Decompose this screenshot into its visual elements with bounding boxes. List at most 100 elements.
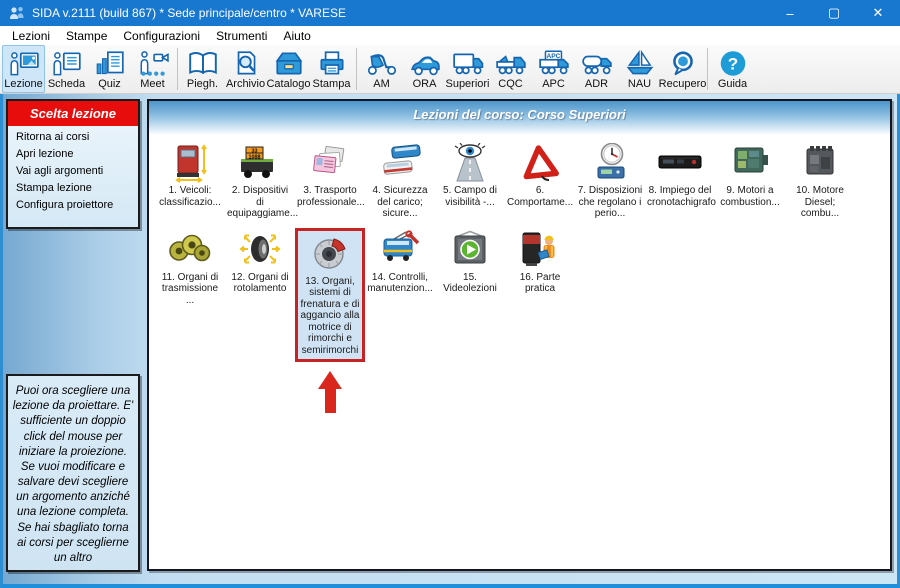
toolbar: LezioneSchedaQuizMeet Piegh. ArchivioCatal…	[0, 45, 900, 94]
toolbar-button-adr[interactable]: ADR	[575, 45, 618, 93]
lesson-label: 13. Organi, sistemi di frenatura e di ag…	[299, 276, 361, 357]
toolbar-button-ora[interactable]: ORA	[403, 45, 446, 93]
close-button[interactable]: ✕	[856, 0, 900, 26]
lesson-cell: 15. Videolezioni	[435, 228, 505, 297]
clock-tachograph-icon	[586, 143, 634, 183]
sidebar-item-configura-proiettore[interactable]: Configura proiettore	[8, 194, 138, 211]
sidebar: Scelta lezione Ritorna ai corsiApri lezi…	[3, 94, 143, 584]
toolbar-button-label: APC	[542, 78, 565, 91]
toolbar-button-guida[interactable]: ?Guida	[711, 45, 754, 93]
toolbar-button-label: Recupero	[659, 78, 707, 91]
lesson-tile-13[interactable]: 13. Organi, sistemi di frenatura e di ag…	[295, 228, 365, 363]
lesson-tile-2[interactable]: 3310882. Dispositivi di equipaggiame...	[226, 141, 294, 222]
toolbar-button-apc[interactable]: APCAPC	[532, 45, 575, 93]
toolbar-button-label: Catalogo	[266, 78, 310, 91]
lesson-label: 1. Veicoli: classificazio...	[157, 185, 223, 208]
toolbar-button-label: ADR	[585, 78, 608, 91]
lesson-tile-15[interactable]: 15. Videolezioni	[436, 228, 504, 297]
lesson-tile-3[interactable]: 3. Trasporto professionale...	[296, 141, 364, 210]
lesson-tile-1[interactable]: 1. Veicoli: classificazio...	[156, 141, 224, 210]
eye-road-icon	[446, 143, 494, 183]
toolbar-button-am[interactable]: AM	[360, 45, 403, 93]
lesson-label: 5. Campo di visibilità -...	[437, 185, 503, 208]
lesson-tile-16[interactable]: 16. Parte pratica	[506, 228, 574, 297]
menu-item-stampe[interactable]: Stampe	[58, 27, 115, 45]
menu-item-aiuto[interactable]: Aiuto	[275, 27, 318, 45]
lesson-choice-panel: Scelta lezione Ritorna ai corsiApri lezi…	[6, 99, 140, 229]
lesson-label: 14. Controlli, manutenzion...	[367, 272, 433, 295]
person-document-icon	[51, 50, 83, 78]
menu-item-strumenti[interactable]: Strumenti	[208, 27, 275, 45]
toolbar-button-quiz[interactable]: Quiz	[88, 45, 131, 93]
toolbar-button-recupero[interactable]: Recupero	[661, 45, 704, 93]
lesson-tile-8[interactable]: 8. Impiego del cronotachigrafo	[646, 141, 714, 210]
lesson-cell: 3310882. Dispositivi di equipaggiame...	[225, 141, 295, 222]
minimize-button[interactable]: –	[768, 0, 812, 26]
toolbar-button-nau[interactable]: NAU	[618, 45, 661, 93]
tachograph-icon	[656, 143, 704, 183]
title-bar: SIDA v.2111 (build 867) * Sede principal…	[0, 0, 900, 26]
truck-worker-icon	[516, 230, 564, 270]
sidebar-item-vai-agli-argomenti[interactable]: Vai agli argomenti	[8, 160, 138, 177]
lesson-cell: 13. Organi, sistemi di frenatura e di ag…	[295, 228, 365, 414]
lesson-tile-11[interactable]: 11. Organi di trasmissione ...	[156, 228, 224, 309]
lifebuoy-person-icon	[667, 50, 699, 78]
quiz-chart-icon	[94, 50, 126, 78]
video-meeting-icon	[137, 50, 169, 78]
toolbar-separator	[356, 48, 357, 90]
card-catalog-icon	[273, 50, 305, 78]
lesson-cell: 1. Veicoli: classificazio...	[155, 141, 225, 210]
toolbar-button-meet[interactable]: Meet	[131, 45, 174, 93]
toolbar-button-label: Piegh.	[187, 78, 218, 91]
menu-bar: LezioniStampeConfigurazioniStrumentiAiut…	[0, 26, 900, 45]
toolbar-button-archivio[interactable]: Archivio	[224, 45, 267, 93]
svg-text:1088: 1088	[249, 154, 261, 160]
lesson-tile-4[interactable]: 4. Sicurezza del carico; sicure...	[366, 141, 434, 222]
document-magnifier-icon	[230, 50, 262, 78]
lesson-tile-14[interactable]: 14. Controlli, manutenzion...	[366, 228, 434, 297]
sidebar-item-ritorna-ai-corsi[interactable]: Ritorna ai corsi	[8, 126, 138, 143]
toolbar-button-label: Stampa	[313, 78, 351, 91]
toolbar-button-label: Archivio	[226, 78, 265, 91]
toolbar-button-scheda[interactable]: Scheda	[45, 45, 88, 93]
license-documents-icon	[306, 143, 354, 183]
lesson-tile-7[interactable]: 7. Disposizioni che regolano i perio...	[576, 141, 644, 222]
lesson-label: 6. Comportame...	[507, 185, 573, 208]
toolbar-button-stampa[interactable]: Stampa	[310, 45, 353, 93]
app-logo-people-icon	[8, 5, 26, 21]
lesson-cell: 5. Campo di visibilità -...	[435, 141, 505, 210]
lesson-cell: 9. Motori a combustion...	[715, 141, 785, 210]
lesson-tile-9[interactable]: 9. Motori a combustion...	[716, 141, 784, 210]
lesson-tile-12[interactable]: 12. Organi di rotolamento	[226, 228, 294, 297]
maximize-button[interactable]: ▢	[812, 0, 856, 26]
scooter-icon	[366, 50, 398, 78]
lesson-cell: 14. Controlli, manutenzion...	[365, 228, 435, 297]
toolbar-button-label: Lezione	[4, 78, 43, 91]
lesson-tile-5[interactable]: 5. Campo di visibilità -...	[436, 141, 504, 210]
sidebar-item-apri-lezione[interactable]: Apri lezione	[8, 143, 138, 160]
instructions-panel: Puoi ora scegliere una lezione da proiet…	[6, 374, 140, 572]
lesson-label: 15. Videolezioni	[437, 272, 503, 295]
lessons-header-title: Lezioni del corso: Corso Superiori	[413, 107, 625, 122]
toolbar-button-label: ORA	[413, 78, 437, 91]
menu-item-configurazioni[interactable]: Configurazioni	[115, 27, 208, 45]
tanker-truck-icon	[581, 50, 613, 78]
toolbar-button-piegh[interactable]: Piegh.	[181, 45, 224, 93]
lesson-cell: 7. Disposizioni che regolano i perio...	[575, 141, 645, 222]
lesson-tile-10[interactable]: 10. Motore Diesel; combu...	[786, 141, 854, 222]
toolbar-button-lezione[interactable]: Lezione	[2, 45, 45, 93]
lesson-label: 8. Impiego del cronotachigrafo	[647, 185, 713, 208]
lesson-cell: 4. Sicurezza del carico; sicure...	[365, 141, 435, 222]
menu-item-lezioni[interactable]: Lezioni	[4, 27, 58, 45]
toolbar-button-superiori[interactable]: Superiori	[446, 45, 489, 93]
lesson-tile-6[interactable]: 6. Comportame...	[506, 141, 574, 210]
presenter-image-icon	[8, 50, 40, 78]
lessons-panel: Lezioni del corso: Corso Superiori 1. Ve…	[147, 99, 892, 571]
sailboat-icon	[624, 50, 656, 78]
toolbar-separator	[707, 48, 708, 90]
toolbar-button-cqc[interactable]: CQC	[489, 45, 532, 93]
sidebar-item-stampa-lezione[interactable]: Stampa lezione	[8, 177, 138, 194]
toolbar-button-catalogo[interactable]: Catalogo	[267, 45, 310, 93]
svg-text:?: ?	[727, 54, 737, 73]
lesson-cell: 8. Impiego del cronotachigrafo	[645, 141, 715, 210]
